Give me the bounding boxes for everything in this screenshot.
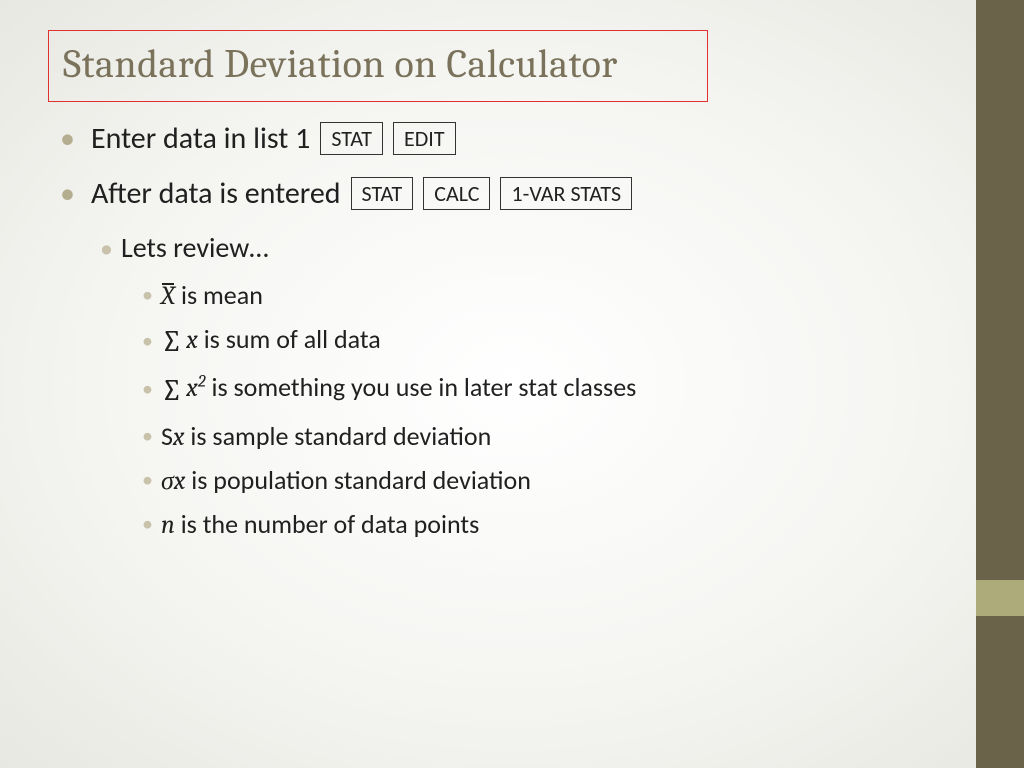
- slide-content: Standard Deviation on Calculator • Enter…: [48, 30, 948, 552]
- line1-text: Enter data in list 1: [91, 120, 310, 157]
- item-sumsq-text: ∑x2 is something you use in later stat c…: [161, 371, 636, 407]
- x-symbol: x: [186, 325, 198, 355]
- item-sx-text: Sx is sample standard deviation: [161, 420, 491, 452]
- bullet-dot-icon: •: [60, 124, 75, 154]
- key-edit: EDIT: [393, 122, 456, 155]
- bullet-dot-icon: •: [142, 378, 153, 400]
- item-n: • n is the number of data points: [142, 508, 948, 540]
- xbar-symbol: X: [161, 281, 175, 311]
- sum-label: is sum of all data: [198, 323, 381, 355]
- slide-sidebar: [976, 0, 1024, 768]
- sigma-greek-symbol: σx: [161, 466, 185, 496]
- item-sum: • ∑x is sum of all data: [142, 323, 948, 359]
- mean-label: is mean: [175, 279, 263, 311]
- item-sum-text: ∑x is sum of all data: [161, 323, 381, 359]
- content-area: • Enter data in list 1 STAT EDIT • After…: [48, 120, 948, 540]
- x-symbol: x: [186, 373, 198, 403]
- review-intro-row: • Lets review…: [100, 230, 948, 265]
- bullet-dot-icon: •: [142, 284, 153, 306]
- line2-text: After data is entered: [91, 175, 341, 212]
- sumsq-label: is something you use in later stat class…: [206, 371, 637, 403]
- bullet-dot-icon: •: [100, 235, 113, 261]
- key-calc: CALC: [423, 177, 490, 210]
- review-intro: Lets review…: [121, 230, 269, 265]
- item-n-text: n is the number of data points: [161, 508, 479, 540]
- title-box: Standard Deviation on Calculator: [48, 30, 708, 102]
- key-stat-1: STAT: [320, 122, 383, 155]
- sx-label: is sample standard deviation: [185, 420, 492, 452]
- sidebar-accent: [976, 580, 1024, 616]
- sigma-sum-icon: ∑: [161, 373, 182, 408]
- slide-title: Standard Deviation on Calculator: [63, 41, 693, 87]
- item-mean: • X is mean: [142, 279, 948, 311]
- key-1var: 1-VAR STATS: [500, 177, 632, 210]
- bullet-dot-icon: •: [142, 513, 153, 535]
- squared-symbol: 2: [198, 373, 206, 392]
- bullet-dot-icon: •: [142, 425, 153, 447]
- item-sigmax: • σx is population standard deviation: [142, 464, 948, 496]
- item-sigmax-text: σx is population standard deviation: [161, 464, 531, 496]
- sigma-sum-icon: ∑: [161, 324, 182, 359]
- item-mean-text: X is mean: [161, 279, 263, 311]
- n-label: is the number of data points: [175, 508, 479, 540]
- item-sx: • Sx is sample standard deviation: [142, 420, 948, 452]
- item-sumsq: • ∑x2 is something you use in later stat…: [142, 371, 948, 407]
- n-var: n: [161, 510, 175, 540]
- sigmax-label: is population standard deviation: [185, 464, 531, 496]
- bullet-line-1: • Enter data in list 1 STAT EDIT: [60, 120, 948, 157]
- bullet-dot-icon: •: [60, 179, 75, 209]
- key-stat-2: STAT: [351, 177, 414, 210]
- sx-var: x: [173, 422, 185, 452]
- bullet-dot-icon: •: [142, 469, 153, 491]
- bullet-line-2: • After data is entered STAT CALC 1-VAR …: [60, 175, 948, 212]
- sx-prefix: S: [161, 420, 173, 452]
- bullet-dot-icon: •: [142, 330, 153, 352]
